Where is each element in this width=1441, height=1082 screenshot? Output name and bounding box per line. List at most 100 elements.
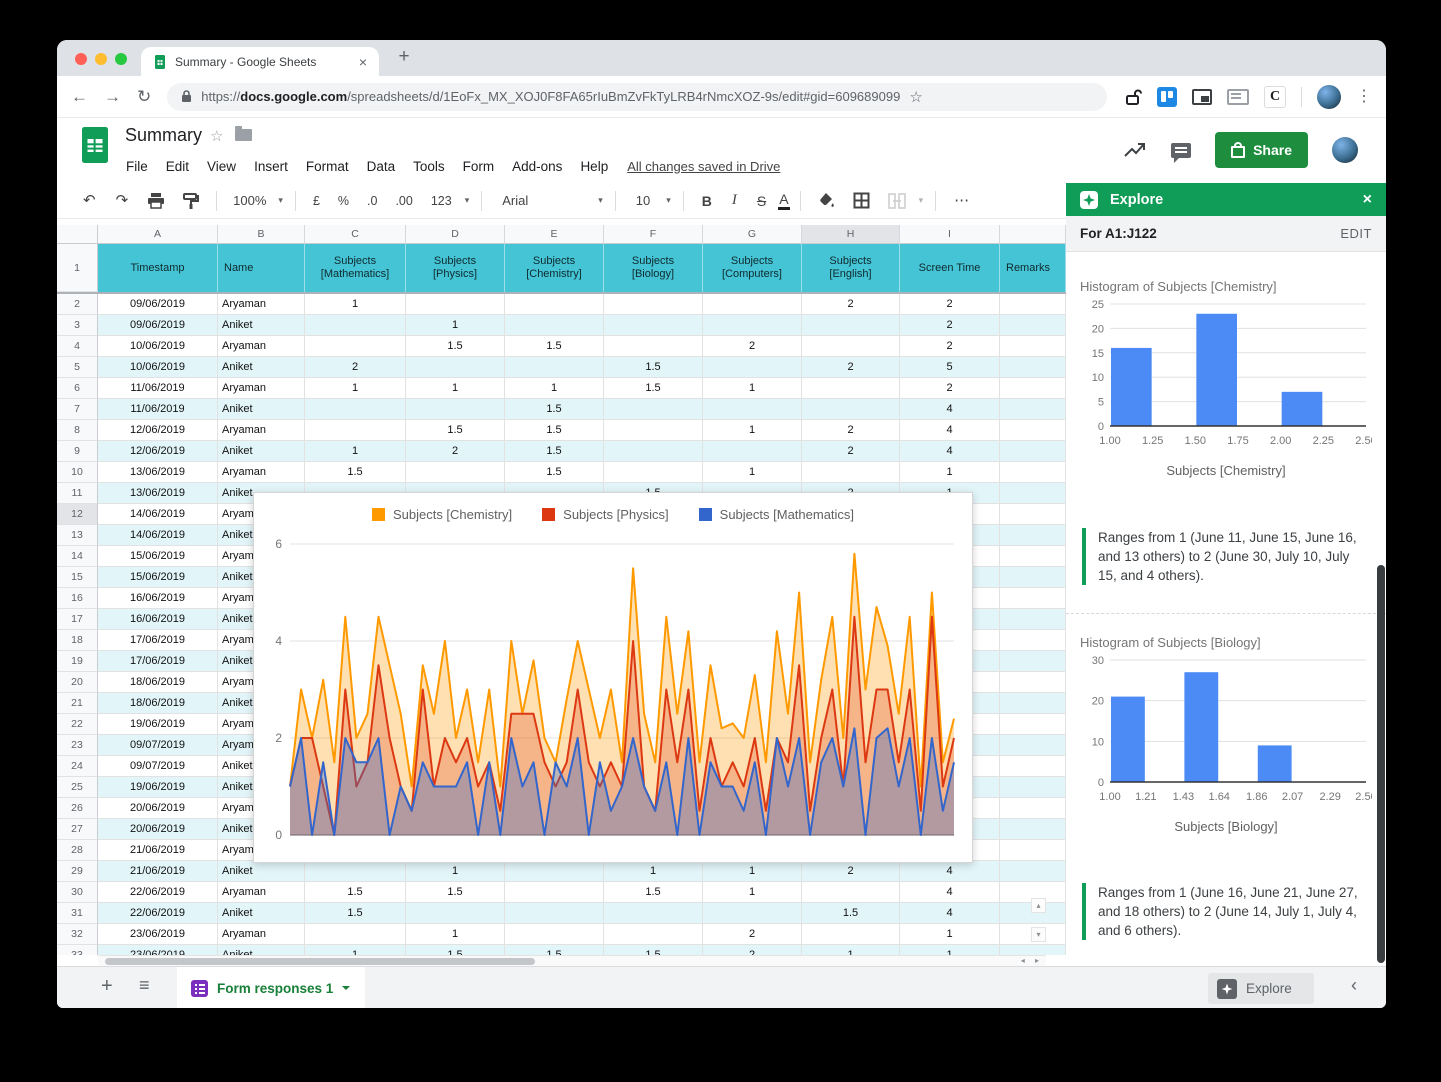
cell[interactable]: 4: [900, 399, 1000, 420]
cell[interactable]: [1000, 441, 1066, 462]
row-number[interactable]: 4: [57, 336, 98, 357]
cell[interactable]: 1: [900, 924, 1000, 945]
header-cell[interactable]: Subjects [Biology]: [604, 244, 703, 292]
cell[interactable]: Aniket: [218, 945, 305, 955]
cell[interactable]: [305, 315, 406, 336]
decrease-decimal-button[interactable]: .0: [360, 194, 384, 208]
cell[interactable]: 2: [900, 294, 1000, 315]
cell[interactable]: 23/06/2019: [98, 924, 218, 945]
cell[interactable]: 1.5: [406, 420, 505, 441]
cell[interactable]: [505, 903, 604, 924]
cell[interactable]: 5: [900, 357, 1000, 378]
cell[interactable]: Aniket: [218, 441, 305, 462]
row-number[interactable]: 29: [57, 861, 98, 882]
histogram-chemistry-block[interactable]: Histogram of Subjects [Chemistry] 051015…: [1080, 279, 1372, 478]
cell[interactable]: 1: [703, 462, 802, 483]
sheets-logo-icon[interactable]: [81, 126, 109, 164]
cell[interactable]: [802, 378, 900, 399]
row-number[interactable]: 3: [57, 315, 98, 336]
collapse-panel-icon[interactable]: ‹: [1351, 975, 1357, 996]
cell[interactable]: 21/06/2019: [98, 861, 218, 882]
cell[interactable]: [604, 294, 703, 315]
cell[interactable]: [1000, 525, 1066, 546]
header-cell[interactable]: Remarks: [1000, 244, 1066, 292]
cell[interactable]: [305, 924, 406, 945]
cell[interactable]: 1.5: [604, 357, 703, 378]
cell[interactable]: 4: [900, 441, 1000, 462]
cell[interactable]: 4: [900, 861, 1000, 882]
column-header-D[interactable]: D: [406, 225, 505, 244]
row-number[interactable]: 18: [57, 630, 98, 651]
header-cell[interactable]: Timestamp: [98, 244, 218, 292]
row-number[interactable]: 30: [57, 882, 98, 903]
cell[interactable]: 4: [900, 882, 1000, 903]
cell[interactable]: [505, 861, 604, 882]
cell[interactable]: [1000, 819, 1066, 840]
cell[interactable]: 2: [305, 357, 406, 378]
trello-extension-icon[interactable]: [1157, 87, 1177, 107]
row-number[interactable]: 20: [57, 672, 98, 693]
cell[interactable]: 1: [703, 882, 802, 903]
cell[interactable]: [703, 315, 802, 336]
row-number[interactable]: 23: [57, 735, 98, 756]
cell[interactable]: 1: [802, 945, 900, 955]
row-number[interactable]: 5: [57, 357, 98, 378]
cell[interactable]: 09/07/2019: [98, 735, 218, 756]
cell[interactable]: 1: [406, 315, 505, 336]
explore-edit-button[interactable]: EDIT: [1340, 226, 1372, 241]
cell[interactable]: 1: [703, 378, 802, 399]
column-header-G[interactable]: G: [703, 225, 802, 244]
window-minimize-button[interactable]: [95, 53, 107, 65]
cell[interactable]: 10/06/2019: [98, 336, 218, 357]
row-number[interactable]: 32: [57, 924, 98, 945]
cell[interactable]: 1: [305, 945, 406, 955]
row-number[interactable]: 11: [57, 483, 98, 504]
column-header-F[interactable]: F: [604, 225, 703, 244]
share-button[interactable]: Share: [1215, 132, 1308, 168]
cell[interactable]: 2: [802, 861, 900, 882]
cell[interactable]: [703, 357, 802, 378]
menu-view[interactable]: View: [198, 159, 245, 174]
menu-insert[interactable]: Insert: [245, 159, 297, 174]
cell[interactable]: [1000, 483, 1066, 504]
all-sheets-icon[interactable]: ≡: [139, 975, 150, 996]
cell[interactable]: 1.5: [505, 945, 604, 955]
cell[interactable]: [1000, 840, 1066, 861]
explore-button[interactable]: Explore: [1208, 973, 1314, 1004]
explore-scrollbar-thumb[interactable]: [1377, 565, 1385, 963]
cell[interactable]: 1.5: [604, 945, 703, 955]
row-number[interactable]: 13: [57, 525, 98, 546]
cell[interactable]: 1: [703, 861, 802, 882]
cell[interactable]: 2: [703, 945, 802, 955]
cell[interactable]: 18/06/2019: [98, 672, 218, 693]
column-header-I[interactable]: I: [900, 225, 1000, 244]
header-cell[interactable]: Subjects [Physics]: [406, 244, 505, 292]
menu-edit[interactable]: Edit: [157, 159, 198, 174]
cell[interactable]: Aniket: [218, 315, 305, 336]
star-document-icon[interactable]: ☆: [210, 127, 223, 145]
cell[interactable]: Aryaman: [218, 378, 305, 399]
paint-format-icon[interactable]: [183, 193, 199, 209]
cell[interactable]: [1000, 336, 1066, 357]
comments-icon[interactable]: [1171, 143, 1191, 158]
cell[interactable]: 1: [505, 378, 604, 399]
row-number[interactable]: 22: [57, 714, 98, 735]
cell[interactable]: Aryaman: [218, 420, 305, 441]
cell[interactable]: 11/06/2019: [98, 378, 218, 399]
row-number[interactable]: 7: [57, 399, 98, 420]
cell[interactable]: Aniket: [218, 357, 305, 378]
cell[interactable]: [305, 336, 406, 357]
cell[interactable]: [802, 315, 900, 336]
column-header-H[interactable]: H: [802, 225, 900, 244]
cell[interactable]: [406, 399, 505, 420]
row-number[interactable]: 12: [57, 504, 98, 525]
histogram-biology-block[interactable]: Histogram of Subjects [Biology] 01020301…: [1080, 635, 1372, 834]
scroll-down-icon[interactable]: ▾: [1031, 927, 1046, 942]
fill-color-icon[interactable]: [818, 192, 835, 209]
cell[interactable]: 1.5: [305, 462, 406, 483]
back-icon[interactable]: ←: [71, 88, 88, 105]
cell[interactable]: [505, 357, 604, 378]
cell[interactable]: 1.5: [802, 903, 900, 924]
cell[interactable]: 1.5: [604, 378, 703, 399]
cell[interactable]: 2: [802, 294, 900, 315]
